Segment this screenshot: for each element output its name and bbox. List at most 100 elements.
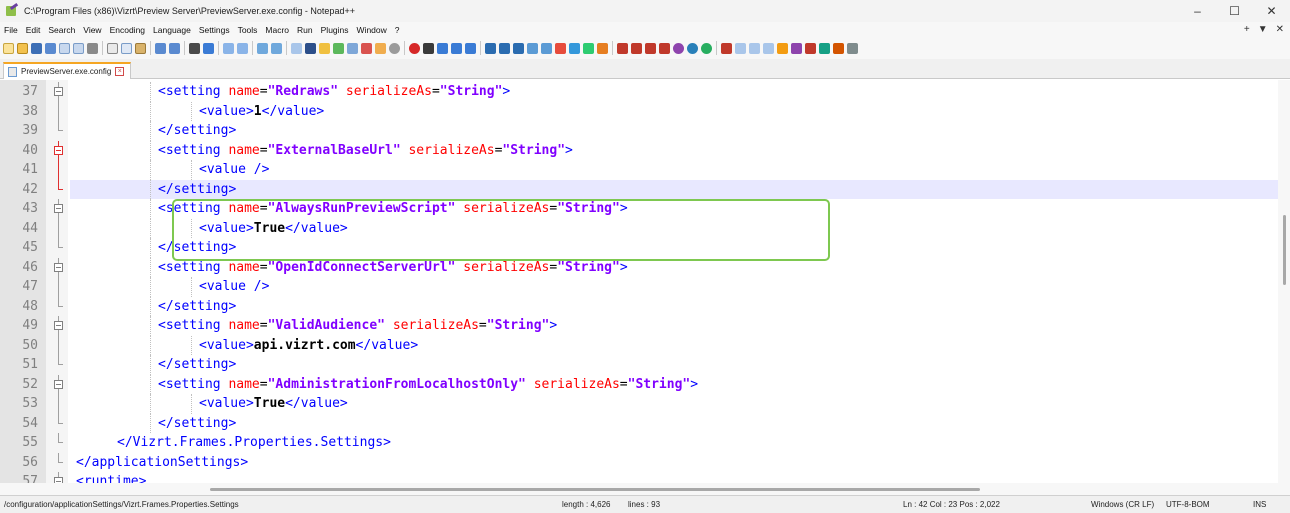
scissors-icon[interactable] [805,42,816,54]
copy-icon[interactable] [121,42,132,54]
minimize-button[interactable]: – [1179,0,1216,22]
close-window-button[interactable]: ✕ [1253,0,1290,22]
menu-run[interactable]: Run [297,25,313,35]
close-file-icon[interactable] [59,42,70,54]
code-line-content[interactable]: <value /> [70,160,1278,180]
save-all-icon[interactable] [45,42,56,54]
code-line-content[interactable]: </setting> [70,355,1278,375]
code-line-content[interactable]: </setting> [70,121,1278,141]
code-line-content[interactable]: </Vizrt.Frames.Properties.Settings> [70,433,1278,453]
code-line[interactable]: 42 </setting> [0,179,1280,199]
record-macro-icon[interactable] [409,42,420,54]
tab-list-dropdown-icon[interactable]: ▼ [1258,24,1268,35]
arrow-tool-icon[interactable] [819,42,830,54]
paste-icon[interactable] [135,42,146,54]
diff-a-icon[interactable] [673,42,684,54]
cut-icon[interactable] [107,42,118,54]
clear-icon[interactable] [721,42,732,54]
fold-toggle-icon[interactable] [54,374,64,394]
plugin-b-icon[interactable] [499,42,510,54]
code-line-content[interactable]: <setting name="ValidAudience" serializeA… [70,316,1278,336]
code-line[interactable]: 56 </applicationSettings> [0,452,1280,473]
code-line-content[interactable]: <value>True</value> [70,394,1278,414]
menu-edit[interactable]: Edit [26,25,41,35]
compare-prev-icon[interactable] [555,42,566,54]
code-line-content[interactable]: <setting name="Redraws" serializeAs="Str… [70,82,1278,102]
panel-b-icon[interactable] [749,42,760,54]
code-line[interactable]: 52 <setting name="AdministrationFromLocal… [0,374,1280,394]
menu-encoding[interactable]: Encoding [110,25,145,35]
run-macro-multiple-icon[interactable] [451,42,462,54]
code-line-content[interactable]: </setting> [70,296,1278,316]
code-line-content[interactable]: <value>api.vizrt.com</value> [70,335,1278,355]
document-map-icon[interactable] [347,42,358,54]
redo-icon[interactable] [169,42,180,54]
fold-toggle-icon[interactable] [54,82,64,102]
tab-previewserver-config[interactable]: PreviewServer.exe.config × [3,62,132,79]
nav-prev-icon[interactable] [631,42,642,54]
fold-toggle-icon[interactable] [54,140,64,160]
code-line[interactable]: 55 </Vizrt.Frames.Properties.Settings> [0,433,1280,453]
menu-tools[interactable]: Tools [238,25,258,35]
replace-icon[interactable] [203,42,214,54]
sync-vertical-icon[interactable] [257,42,268,54]
code-line[interactable]: 47 <value /> [0,277,1280,297]
code-line[interactable]: 50 <value>api.vizrt.com</value> [0,335,1280,355]
code-line-content[interactable]: </setting> [70,179,1278,199]
code-line[interactable]: 37 <setting name="Redraws" serializeAs="S… [0,82,1280,102]
horizontal-scroll-thumb[interactable] [210,488,980,491]
nav-first-icon[interactable] [617,42,628,54]
code-line[interactable]: 38 <value>1</value> [0,101,1280,121]
fold-toggle-icon[interactable] [54,199,64,219]
menu-settings[interactable]: Settings [199,25,230,35]
print-icon[interactable] [87,42,98,54]
panel-c-icon[interactable] [763,42,774,54]
vertical-scroll-thumb[interactable] [1283,215,1286,285]
plugin-c-icon[interactable] [513,42,524,54]
ampersand-icon[interactable] [791,42,802,54]
tab-close-icon[interactable]: × [115,67,125,76]
vertical-scrollbar[interactable] [1278,80,1290,483]
function-list-icon[interactable] [361,42,372,54]
code-line-content[interactable]: <setting name="AdministrationFromLocalho… [70,374,1278,394]
nav-last-icon[interactable] [659,42,670,54]
close-document-icon[interactable]: ✕ [1276,24,1284,35]
code-line-content[interactable]: </setting> [70,413,1278,433]
menu-plugins[interactable]: Plugins [321,25,349,35]
diff-b-icon[interactable] [687,42,698,54]
fold-toggle-icon[interactable] [54,257,64,277]
word-wrap-icon[interactable] [291,42,302,54]
sync-horizontal-icon[interactable] [271,42,282,54]
panel-a-icon[interactable] [735,42,746,54]
code-line[interactable]: 51 </setting> [0,355,1280,375]
editor-area[interactable]: 37 <setting name="Redraws" serializeAs="S… [0,80,1290,483]
menu-macro[interactable]: Macro [265,25,289,35]
code-line-content[interactable]: <setting name="ExternalBaseUrl" serializ… [70,140,1278,160]
code-line-content[interactable]: <value>1</value> [70,101,1278,121]
code-line[interactable]: 48 </setting> [0,296,1280,316]
playback-macro-icon[interactable] [437,42,448,54]
show-all-characters-icon[interactable] [305,42,316,54]
undo-icon[interactable] [155,42,166,54]
code-line[interactable]: 53 <value>True</value> [0,394,1280,414]
folder-as-workspace-icon[interactable] [375,42,386,54]
zoom-in-icon[interactable] [223,42,234,54]
compare-next-icon[interactable] [541,42,552,54]
code-line-content[interactable]: </applicationSettings> [70,453,1278,473]
menu-search[interactable]: Search [48,25,75,35]
fold-toggle-icon[interactable] [54,472,64,483]
code-line[interactable]: 41 <value /> [0,160,1280,180]
new-tab-plus-icon[interactable]: + [1244,24,1250,35]
save-macro-icon[interactable] [465,42,476,54]
stop-recording-icon[interactable] [423,42,434,54]
new-file-icon[interactable] [3,42,14,54]
menu-window[interactable]: Window [357,25,387,35]
menu-language[interactable]: Language [153,25,191,35]
plugin-a-icon[interactable] [485,42,496,54]
compare-last-icon[interactable] [583,42,594,54]
maximize-button[interactable]: ☐ [1216,0,1253,22]
menu-file[interactable]: File [4,25,18,35]
monitoring-icon[interactable] [389,42,400,54]
fold-toggle-icon[interactable] [54,316,64,336]
code-line[interactable]: 57 <runtime> [0,472,1280,483]
